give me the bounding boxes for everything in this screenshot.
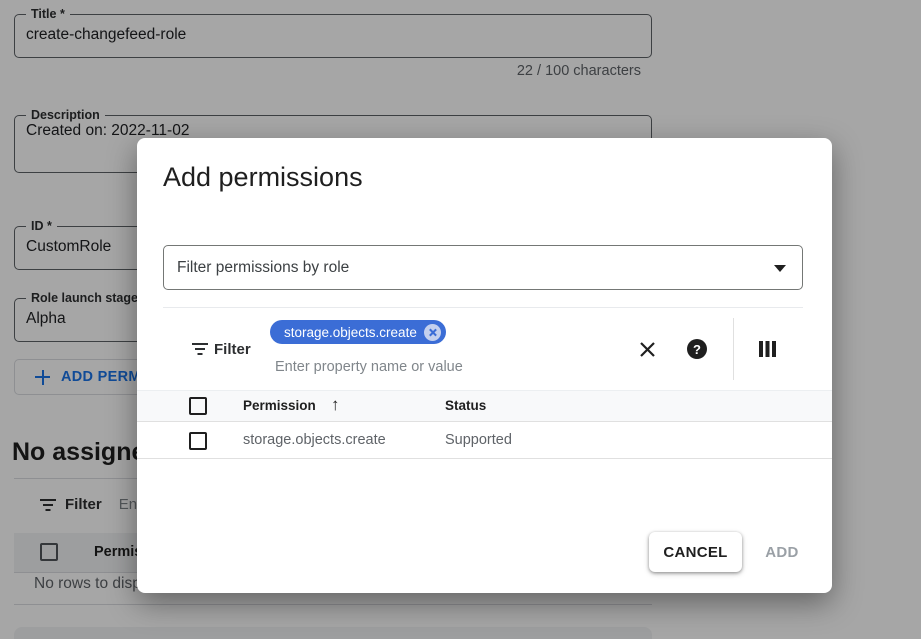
close-icon (638, 340, 657, 359)
clear-filters-button[interactable] (634, 336, 660, 362)
dialog-filter-input[interactable]: Enter property name or value (275, 359, 463, 375)
column-display-options-button[interactable] (755, 336, 781, 362)
role-select-placeholder: Filter permissions by role (177, 259, 349, 277)
dialog-title: Add permissions (163, 162, 363, 193)
screen: Title * create-changefeed-role 22 / 100 … (0, 0, 921, 639)
filter-icon (192, 343, 208, 355)
table-row[interactable]: storage.objects.create Supported (137, 423, 832, 459)
filter-permissions-by-role-select[interactable]: Filter permissions by role (163, 245, 803, 290)
filter-chip[interactable]: storage.objects.create (270, 320, 446, 344)
help-button[interactable]: ? (684, 336, 710, 362)
add-permissions-dialog: Add permissions Filter permissions by ro… (137, 138, 832, 593)
permission-column-header[interactable]: Permission (243, 398, 316, 413)
permission-cell: storage.objects.create (243, 432, 386, 448)
sort-ascending-icon[interactable]: ↑ (331, 395, 340, 415)
select-all-checkbox[interactable] (189, 397, 207, 415)
filter-chip-label: storage.objects.create (284, 325, 417, 340)
toolbar-divider (733, 318, 734, 380)
row-checkbox[interactable] (189, 432, 207, 450)
chevron-down-icon (774, 265, 786, 272)
chip-remove-icon[interactable] (424, 324, 441, 341)
cancel-button[interactable]: CANCEL (649, 532, 742, 572)
columns-icon (759, 340, 777, 358)
add-button[interactable]: ADD (747, 532, 817, 572)
status-cell: Supported (445, 432, 512, 448)
status-column-header[interactable]: Status (445, 398, 486, 413)
help-icon: ? (687, 339, 707, 359)
dialog-table-header: Permission ↑ Status (137, 390, 832, 422)
dialog-filter-label: Filter (214, 341, 251, 358)
divider (163, 307, 803, 308)
